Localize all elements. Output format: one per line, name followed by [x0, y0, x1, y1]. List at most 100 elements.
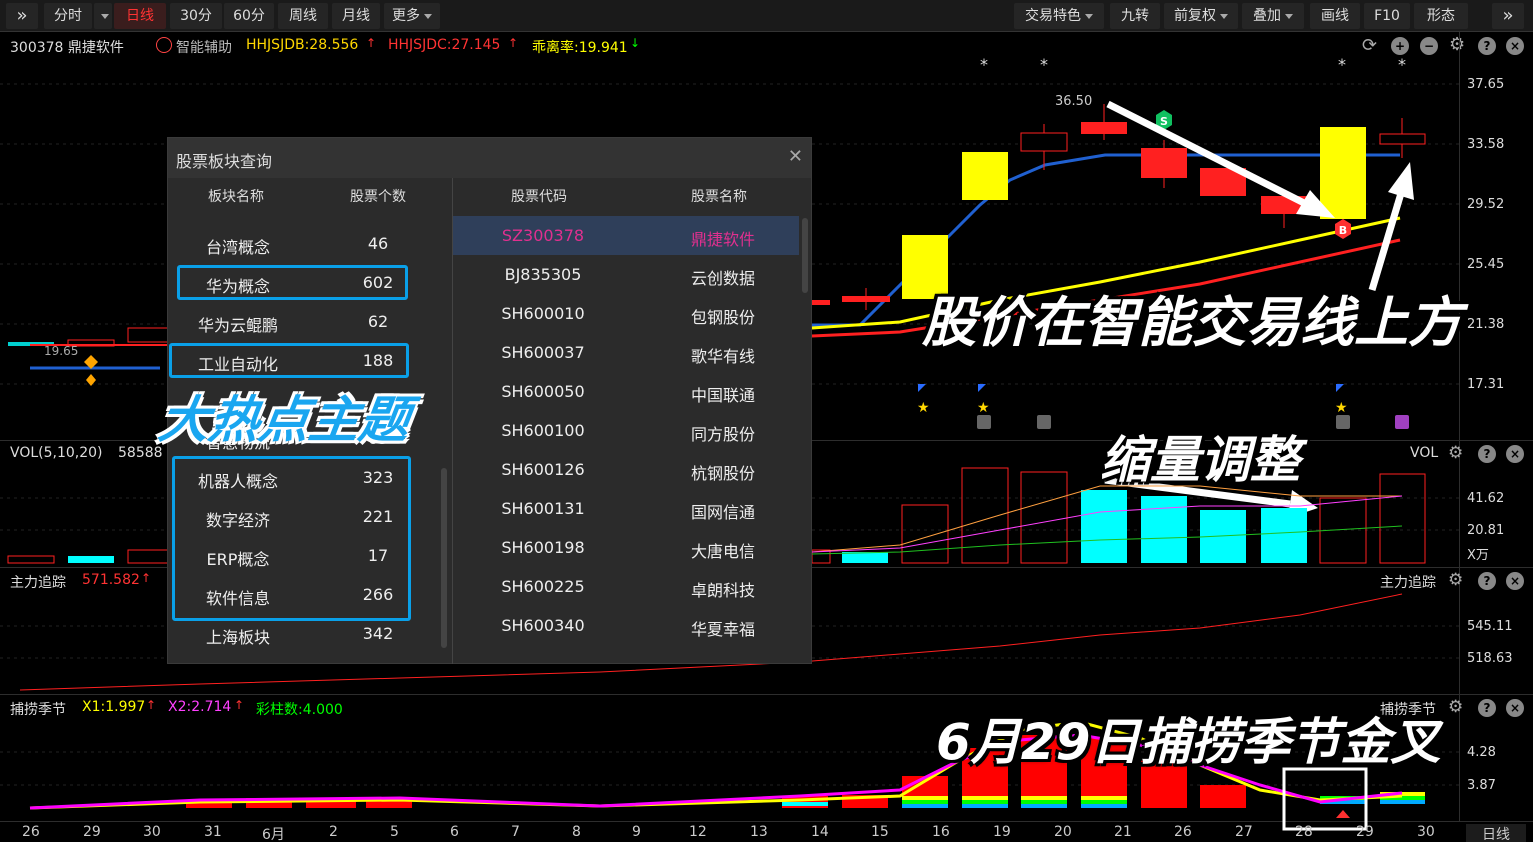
- up-arrow-icon: ↑: [141, 571, 152, 585]
- stock-row[interactable]: SZ300378 鼎捷软件: [453, 216, 799, 255]
- volume-bar: [1081, 490, 1127, 563]
- x-axis-tick: 12: [689, 824, 707, 840]
- candle: [1020, 132, 1068, 152]
- volume-bar: [1379, 473, 1426, 564]
- stock-row[interactable]: SH600037 歌华有线: [453, 333, 799, 372]
- annotation-shrink-volume: 缩量调整: [1100, 431, 1300, 489]
- stock-name: 歌华有线: [690, 347, 755, 366]
- price-axis-tick: 25.45: [1467, 257, 1505, 272]
- stock-code: SH600050: [501, 382, 585, 401]
- column-header-name[interactable]: 股票名称: [691, 186, 747, 206]
- volume-bar: [901, 504, 949, 564]
- stock-code: SZ300378: [501, 226, 585, 245]
- help-icon[interactable]: ?: [1478, 37, 1496, 55]
- candle: [1320, 127, 1366, 219]
- x-axis-tick: 6月: [262, 827, 285, 842]
- stock-row[interactable]: SH600050 中国联通: [453, 372, 799, 411]
- x-axis-tick: 21: [1114, 824, 1132, 840]
- help-icon[interactable]: ?: [1478, 445, 1496, 463]
- x-axis-tick: 9: [632, 824, 641, 840]
- season-caizhu: 彩柱数:4.000: [256, 702, 343, 718]
- column-header-sector[interactable]: 板块名称: [208, 186, 264, 206]
- x-axis-tick: 5: [390, 824, 399, 840]
- x-axis-tick: 26: [22, 824, 40, 840]
- candle: [1141, 148, 1187, 178]
- buy-signal-label: B: [1339, 224, 1347, 237]
- vol-label: VOL(5,10,20): [10, 445, 103, 461]
- sector-scrollbar[interactable]: [441, 468, 447, 648]
- price-axis-tick: 21.38: [1467, 317, 1505, 332]
- sector-name: 华为云鲲鹏: [197, 316, 278, 335]
- expand-icon[interactable]: »: [1492, 3, 1524, 29]
- gear-icon[interactable]: ⚙: [1448, 570, 1463, 590]
- stock-name: 国网信通: [690, 503, 755, 522]
- highlight-box: [169, 343, 409, 378]
- sector-row[interactable]: 台湾概念 46: [168, 224, 438, 263]
- price-axis-tick: 33.58: [1467, 137, 1505, 152]
- x-axis-tick: 26: [1174, 824, 1192, 840]
- x-axis-tick: 14: [811, 824, 829, 840]
- low-price-label: 19.65: [44, 344, 79, 358]
- stock-code: SH600198: [501, 538, 585, 557]
- stock-row[interactable]: SH600340 华夏幸福: [453, 606, 799, 645]
- stock-row[interactable]: SH600126 杭钢股份: [453, 450, 799, 489]
- season-x2: X2:2.714: [168, 699, 232, 715]
- close-icon[interactable]: ×: [1506, 445, 1524, 463]
- zhuli-right-label: 主力追踪: [1380, 575, 1436, 591]
- stock-row[interactable]: SH600131 国网信通: [453, 489, 799, 528]
- zhuli-value: 571.582: [82, 572, 140, 588]
- stock-code: SH600225: [501, 577, 585, 596]
- zhuli-axis-tick: 518.63: [1467, 651, 1513, 666]
- period-mode-label[interactable]: 日线: [1466, 824, 1526, 842]
- svg-text:*: *: [1398, 55, 1406, 74]
- gear-icon[interactable]: ⚙: [1448, 697, 1463, 717]
- x-axis-tick: 6: [450, 824, 459, 840]
- close-icon[interactable]: ✕: [788, 146, 803, 167]
- candle: [127, 327, 169, 343]
- vol-axis-tick: 20.81: [1467, 523, 1505, 538]
- candle: [962, 152, 1008, 200]
- x-axis-tick: 30: [143, 824, 161, 840]
- volume-bar: [1020, 471, 1068, 564]
- stock-row[interactable]: SH600198 大唐电信: [453, 528, 799, 567]
- x-axis-tick: 29: [1356, 824, 1374, 840]
- season-label: 捕捞季节: [10, 702, 66, 718]
- stock-name: 鼎捷软件: [690, 230, 755, 249]
- volume-bar: [961, 467, 1009, 564]
- column-header-code[interactable]: 股票代码: [511, 186, 567, 206]
- close-icon[interactable]: ×: [1506, 572, 1524, 590]
- up-arrow-icon: ↑: [234, 698, 245, 712]
- close-icon[interactable]: ×: [1506, 699, 1524, 717]
- help-icon[interactable]: ?: [1478, 572, 1496, 590]
- stock-row[interactable]: SH600100 同方股份: [453, 411, 799, 450]
- sector-name: 台湾概念: [205, 238, 270, 257]
- price-axis-tick: 37.65: [1467, 77, 1505, 92]
- price-axis-tick: 29.52: [1467, 197, 1505, 212]
- season-axis-tick: 4.28: [1467, 745, 1496, 760]
- stock-row[interactable]: BJ835305 云创数据: [453, 255, 799, 294]
- sector-row[interactable]: 华为云鲲鹏 62: [168, 302, 438, 341]
- close-icon[interactable]: ×: [1506, 37, 1524, 55]
- x-axis-tick: 28: [1295, 824, 1313, 840]
- sell-signal-label: S: [1160, 115, 1168, 128]
- x-axis-tick: 31: [204, 824, 222, 840]
- season-x1: X1:1.997: [82, 699, 146, 715]
- volume-bar: [7, 555, 55, 564]
- dialog-title: 股票板块查询: [176, 152, 273, 171]
- stock-scrollbar[interactable]: [802, 218, 808, 293]
- gear-icon[interactable]: ⚙: [1448, 443, 1463, 463]
- svg-text:*: *: [980, 55, 988, 74]
- stock-code: SH600100: [501, 421, 585, 440]
- svg-text:*: *: [1338, 55, 1346, 74]
- help-icon[interactable]: ?: [1478, 699, 1496, 717]
- stock-code: SH600131: [501, 499, 585, 518]
- sector-name: 上海板块: [205, 628, 270, 647]
- annotation-above-line: 股价在智能交易线上方: [922, 291, 1462, 354]
- x-axis-tick: 29: [83, 824, 101, 840]
- stock-row[interactable]: SH600010 包钢股份: [453, 294, 799, 333]
- stock-name: 中国联通: [690, 386, 755, 405]
- column-header-count[interactable]: 股票个数: [350, 186, 406, 206]
- x-axis-tick: 27: [1235, 824, 1253, 840]
- stock-row[interactable]: SH600225 卓朗科技: [453, 567, 799, 606]
- svg-text:★: ★: [917, 400, 930, 416]
